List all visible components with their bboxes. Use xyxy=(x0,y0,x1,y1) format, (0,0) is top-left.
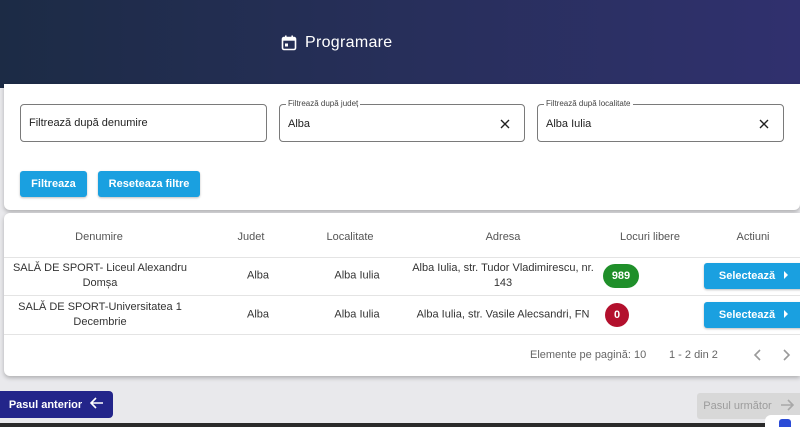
row-address-cell: Alba Iulia, str. Tudor Vladimirescu, nr.… xyxy=(412,262,594,289)
county-filter-label: Filtrează după județ xyxy=(286,98,361,110)
locality-filter-field[interactable]: Filtrează după localitate Alba Iulia xyxy=(537,98,784,142)
page-title: Programare xyxy=(305,34,393,51)
free-spots-badge: 0 xyxy=(605,303,629,327)
county-filter-value: Alba xyxy=(288,118,311,130)
locality-filter-value: Alba Iulia xyxy=(546,118,592,130)
header-divider xyxy=(4,257,800,258)
clear-county-icon[interactable] xyxy=(498,117,512,131)
chevron-left-icon[interactable] xyxy=(750,347,766,363)
floating-widget[interactable] xyxy=(765,415,800,427)
row-divider xyxy=(4,334,800,335)
column-header-county: Judet xyxy=(237,231,265,243)
row-address-cell: Alba Iulia, str. Vasile Alecsandri, FN xyxy=(416,308,590,321)
caret-right-icon xyxy=(783,309,789,321)
previous-step-button[interactable]: Pasul anterior xyxy=(0,391,113,418)
locality-filter-label: Filtrează după localitate xyxy=(544,98,633,110)
reset-filters-button[interactable]: Reseteaza filtre xyxy=(98,171,200,197)
results-table: Denumire Judet Localitate Adresa Locuri … xyxy=(4,213,800,376)
row-county-cell: Alba xyxy=(246,308,270,321)
free-spots-badge: 989 xyxy=(603,264,639,288)
column-header-free-spots: Locuri libere xyxy=(620,231,680,243)
row-divider xyxy=(4,295,800,296)
arrow-left-icon xyxy=(90,397,104,412)
select-button[interactable]: Selectează xyxy=(704,263,800,289)
row-name-cell: SALĂ DE SPORT- Liceul Alexandru Domșa xyxy=(12,262,188,289)
name-filter-placeholder: Filtrează după denumire xyxy=(29,117,148,129)
row-locality-cell: Alba Iulia xyxy=(334,308,380,321)
row-locality-cell: Alba Iulia xyxy=(334,269,380,282)
pagination-range: 1 - 2 din 2 xyxy=(669,349,718,361)
previous-step-label: Pasul anterior xyxy=(8,398,83,411)
row-county-cell: Alba xyxy=(246,269,270,282)
column-header-actions: Actiuni xyxy=(736,231,770,243)
filter-panel: Filtrează după denumire Filtrează după j… xyxy=(4,84,800,210)
filter-button[interactable]: Filtreaza xyxy=(20,171,87,197)
items-per-page-label: Elemente pe pagină: 10 xyxy=(530,349,647,361)
row-name-cell: SALĂ DE SPORT-Universitatea 1 Decembrie xyxy=(18,301,182,328)
bottom-bar xyxy=(0,423,800,427)
name-filter-field[interactable]: Filtrează după denumire xyxy=(20,104,267,142)
chevron-right-icon[interactable] xyxy=(778,347,794,363)
column-header-name: Denumire xyxy=(75,231,123,243)
next-step-label: Pasul următor xyxy=(703,400,772,412)
page-header: Programare xyxy=(0,0,800,88)
county-filter-field[interactable]: Filtrează după județ Alba xyxy=(279,98,525,142)
arrow-right-icon xyxy=(780,398,794,414)
select-button-label: Selectează xyxy=(718,309,776,321)
widget-logo-icon xyxy=(779,419,791,427)
select-button[interactable]: Selectează xyxy=(704,302,800,328)
header-title-group: Programare xyxy=(281,32,392,54)
clear-locality-icon[interactable] xyxy=(757,117,771,131)
caret-right-icon xyxy=(783,270,789,282)
calendar-icon xyxy=(281,35,297,51)
column-header-address: Adresa xyxy=(485,231,521,243)
column-header-locality: Localitate xyxy=(326,231,374,243)
select-button-label: Selectează xyxy=(718,270,776,282)
